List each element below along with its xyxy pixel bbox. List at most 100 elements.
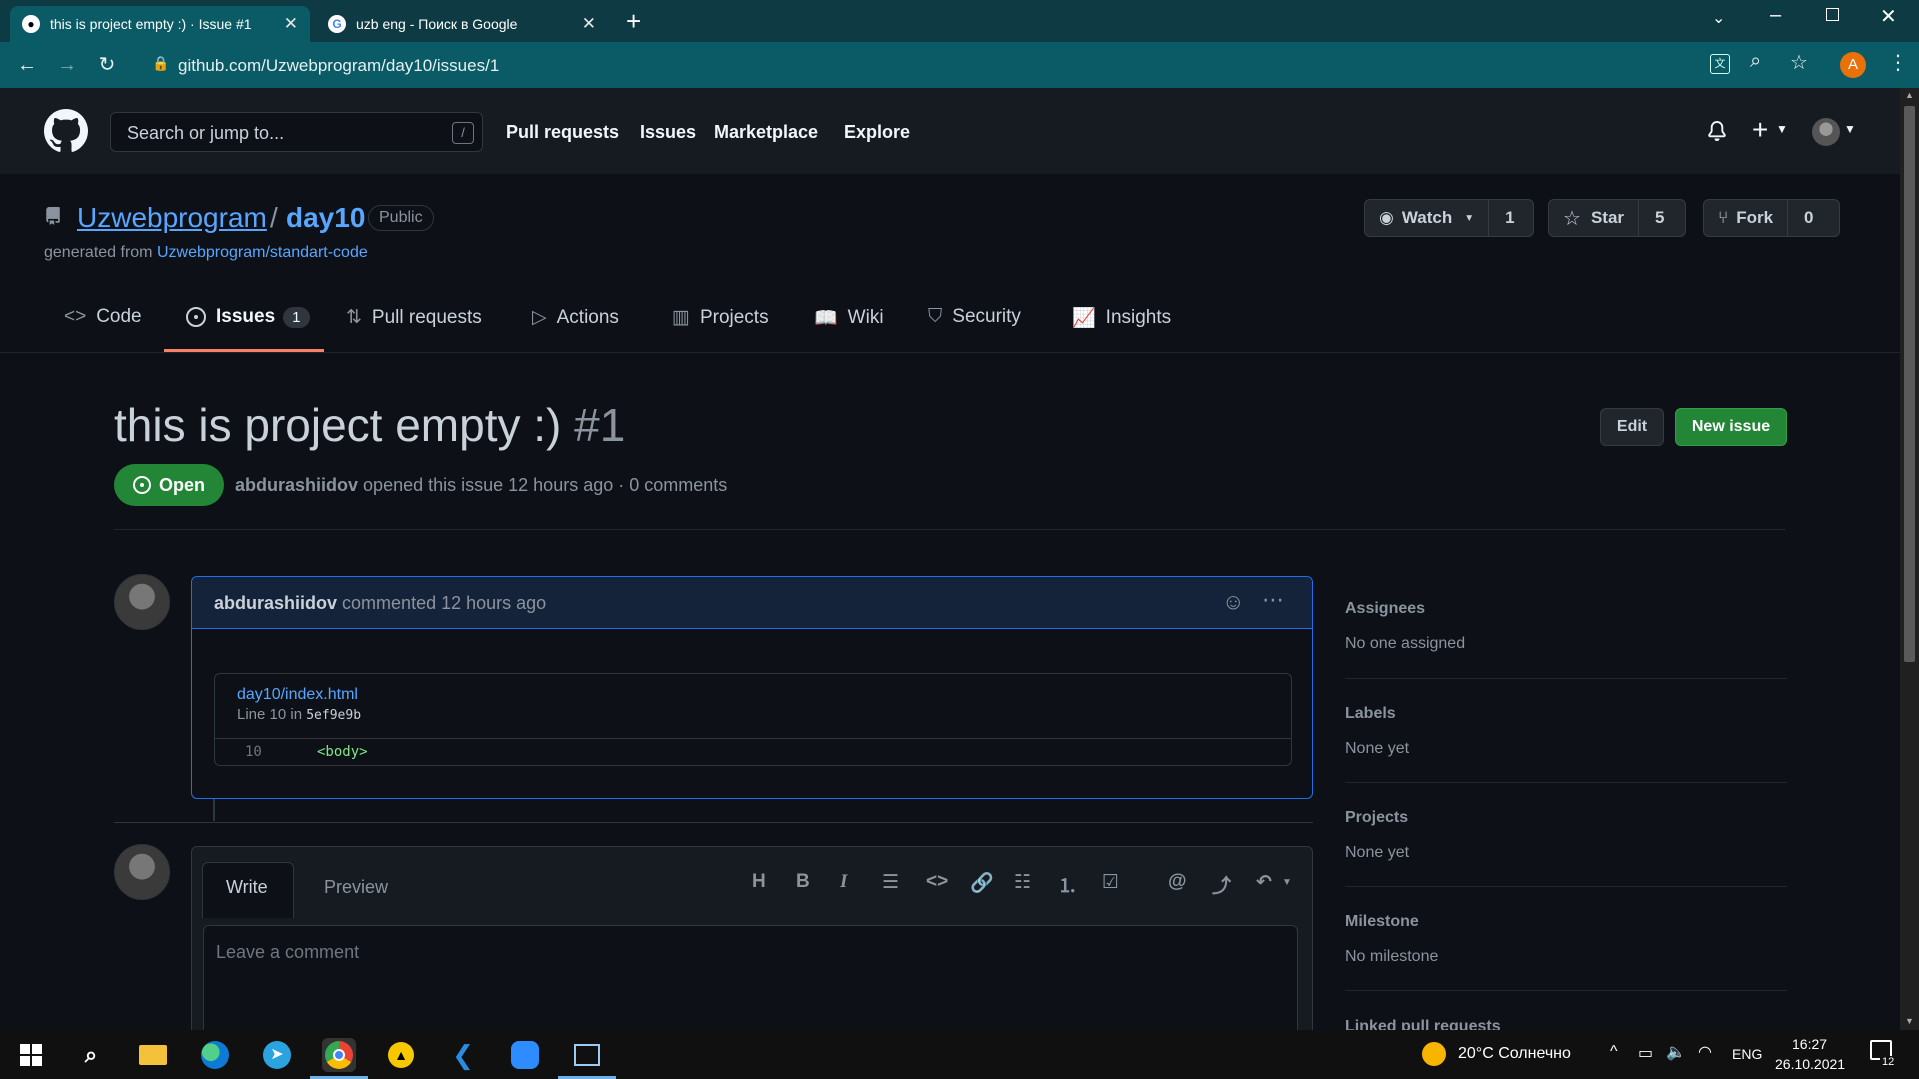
- nav-pull-requests[interactable]: Pull requests: [506, 122, 619, 143]
- scroll-down-icon[interactable]: ▼: [1905, 1016, 1914, 1026]
- sidebar-linked-prs-label[interactable]: Linked pull requests: [1345, 1018, 1501, 1030]
- permalink-file-link[interactable]: day10/index.html: [237, 686, 358, 704]
- browser-tab-google[interactable]: G uzb eng - Поиск в Google ✕: [316, 6, 608, 42]
- sidebar-assignees-label[interactable]: Assignees: [1345, 600, 1425, 618]
- file-explorer-icon[interactable]: [136, 1038, 170, 1072]
- comment-header-text: abdurashiidov commented 12 hours ago: [214, 593, 546, 614]
- scrollbar-thumb[interactable]: [1904, 106, 1915, 662]
- tray-chevron-icon[interactable]: ^: [1610, 1043, 1618, 1061]
- wifi-icon[interactable]: ◠: [1698, 1042, 1712, 1062]
- url-field[interactable]: 🔒 github.com/Uzwebprogram/day10/issues/1: [140, 48, 1745, 82]
- app-window-icon[interactable]: [570, 1038, 604, 1072]
- repo-name-link[interactable]: day10: [286, 202, 365, 234]
- link-icon[interactable]: 🔗: [970, 871, 994, 895]
- fork-button[interactable]: ⑂ Fork 0: [1703, 199, 1840, 237]
- bold-icon[interactable]: B: [796, 871, 810, 893]
- close-window-icon[interactable]: ✕: [1880, 4, 1897, 29]
- edge-icon[interactable]: [198, 1038, 232, 1072]
- page-scrollbar[interactable]: ▲ ▼: [1900, 88, 1919, 1030]
- code-icon[interactable]: <>: [926, 871, 948, 893]
- comment-author-link[interactable]: abdurashiidov: [214, 593, 337, 613]
- new-tab-icon[interactable]: +: [626, 6, 641, 37]
- task-list-icon[interactable]: ☑: [1102, 871, 1119, 894]
- scroll-up-icon[interactable]: ▲: [1905, 90, 1914, 100]
- browser-tab-github[interactable]: ● this is project empty :) · Issue #1 ✕: [10, 6, 310, 42]
- watch-button[interactable]: ◉ Watch ▼ 1: [1364, 199, 1534, 237]
- kebab-menu-icon[interactable]: ⋯: [1262, 587, 1284, 613]
- current-user-avatar[interactable]: [114, 844, 170, 900]
- write-tab[interactable]: Write: [226, 877, 268, 898]
- notifications-bell-icon[interactable]: [1707, 120, 1727, 142]
- comment-timestamp[interactable]: commented 12 hours ago: [342, 593, 546, 613]
- template-repo-link[interactable]: Uzwebprogram/standart-code: [157, 244, 368, 261]
- tab-issues[interactable]: Issues 1: [186, 306, 310, 328]
- nav-marketplace[interactable]: Marketplace: [714, 122, 818, 143]
- zoom-app-icon[interactable]: [508, 1038, 542, 1072]
- tab-actions[interactable]: ▷ Actions: [532, 306, 619, 329]
- profile-avatar[interactable]: A: [1840, 52, 1866, 78]
- star-count[interactable]: 5: [1638, 200, 1680, 236]
- tab-code[interactable]: <> Code: [64, 306, 142, 328]
- chevron-down-icon: ▼: [1464, 212, 1475, 224]
- heading-icon[interactable]: H: [752, 871, 766, 893]
- triangle-app-icon[interactable]: ▲: [384, 1038, 418, 1072]
- commit-sha-link[interactable]: 5ef9e9b: [306, 708, 361, 723]
- sidebar-milestone-label[interactable]: Milestone: [1345, 913, 1419, 931]
- restore-icon[interactable]: [1826, 8, 1839, 21]
- telegram-icon[interactable]: ➤: [260, 1038, 294, 1072]
- watch-count[interactable]: 1: [1488, 200, 1530, 236]
- new-issue-label: New issue: [1691, 418, 1771, 435]
- windows-start-icon[interactable]: [14, 1038, 48, 1072]
- bookmark-star-icon[interactable]: ☆: [1790, 50, 1808, 75]
- clock-time[interactable]: 16:27: [1792, 1036, 1827, 1052]
- close-tab-icon[interactable]: ✕: [284, 14, 298, 34]
- tab-projects[interactable]: ▥ Projects: [672, 306, 769, 329]
- edit-button[interactable]: Edit: [1600, 408, 1664, 446]
- star-button[interactable]: ☆ Star 5: [1548, 199, 1686, 237]
- sidebar-projects-label[interactable]: Projects: [1345, 809, 1408, 827]
- tab-pull-requests[interactable]: ⇅ Pull requests: [346, 306, 482, 329]
- forward-icon[interactable]: →: [54, 52, 80, 78]
- tab-insights[interactable]: 📈 Insights: [1072, 306, 1171, 330]
- search-icon[interactable]: ⌕: [74, 1038, 108, 1072]
- nav-explore[interactable]: Explore: [844, 122, 910, 143]
- quote-icon[interactable]: ☰: [882, 871, 899, 894]
- tab-security[interactable]: ⛉ Security: [928, 306, 1021, 328]
- tab-wiki[interactable]: 📖 Wiki: [814, 306, 884, 330]
- unordered-list-icon[interactable]: ☷: [1014, 871, 1031, 894]
- mention-icon[interactable]: @: [1168, 871, 1187, 893]
- create-new-plus-icon[interactable]: +: [1752, 114, 1768, 146]
- tab-search-icon[interactable]: ⌄: [1712, 8, 1725, 28]
- fork-count[interactable]: 0: [1787, 200, 1829, 236]
- reload-icon[interactable]: ↻: [94, 52, 120, 78]
- back-icon[interactable]: ←: [14, 52, 40, 78]
- cross-reference-icon[interactable]: ⤴: [1212, 871, 1231, 898]
- user-avatar[interactable]: [1812, 118, 1840, 146]
- new-issue-button[interactable]: New issue: [1675, 408, 1787, 446]
- battery-icon[interactable]: ▭: [1638, 1043, 1653, 1063]
- browser-menu-icon[interactable]: ⋮: [1888, 50, 1908, 75]
- clock-date[interactable]: 26.10.2021: [1775, 1056, 1845, 1072]
- tab-insights-label: Insights: [1105, 307, 1172, 328]
- minimize-icon[interactable]: –: [1770, 4, 1781, 27]
- translate-icon[interactable]: 文: [1710, 54, 1730, 74]
- ordered-list-icon[interactable]: ⒈: [1058, 871, 1077, 898]
- smiley-icon[interactable]: ☺: [1222, 589, 1244, 615]
- github-logo-icon[interactable]: [44, 109, 88, 153]
- nav-issues[interactable]: Issues: [640, 122, 696, 143]
- search-input[interactable]: Search or jump to... /: [110, 112, 483, 152]
- sidebar-labels-label[interactable]: Labels: [1345, 705, 1396, 723]
- comment-author-avatar[interactable]: [114, 574, 170, 630]
- repo-owner-link[interactable]: Uzwebprogram: [77, 202, 267, 234]
- chrome-icon[interactable]: [322, 1038, 356, 1072]
- volume-icon[interactable]: 🔈: [1666, 1042, 1686, 1062]
- close-tab-icon[interactable]: ✕: [582, 14, 596, 34]
- italic-icon[interactable]: I: [840, 871, 847, 893]
- reply-icon[interactable]: ↶: [1256, 871, 1272, 894]
- vscode-icon[interactable]: ❮: [446, 1038, 480, 1072]
- preview-tab[interactable]: Preview: [324, 877, 388, 898]
- zoom-icon[interactable]: ⌕: [1750, 50, 1761, 73]
- issue-author-link[interactable]: abdurashiidov: [235, 475, 358, 495]
- language-indicator[interactable]: ENG: [1732, 1046, 1762, 1062]
- weather-text[interactable]: 20°C Солнечно: [1458, 1045, 1571, 1063]
